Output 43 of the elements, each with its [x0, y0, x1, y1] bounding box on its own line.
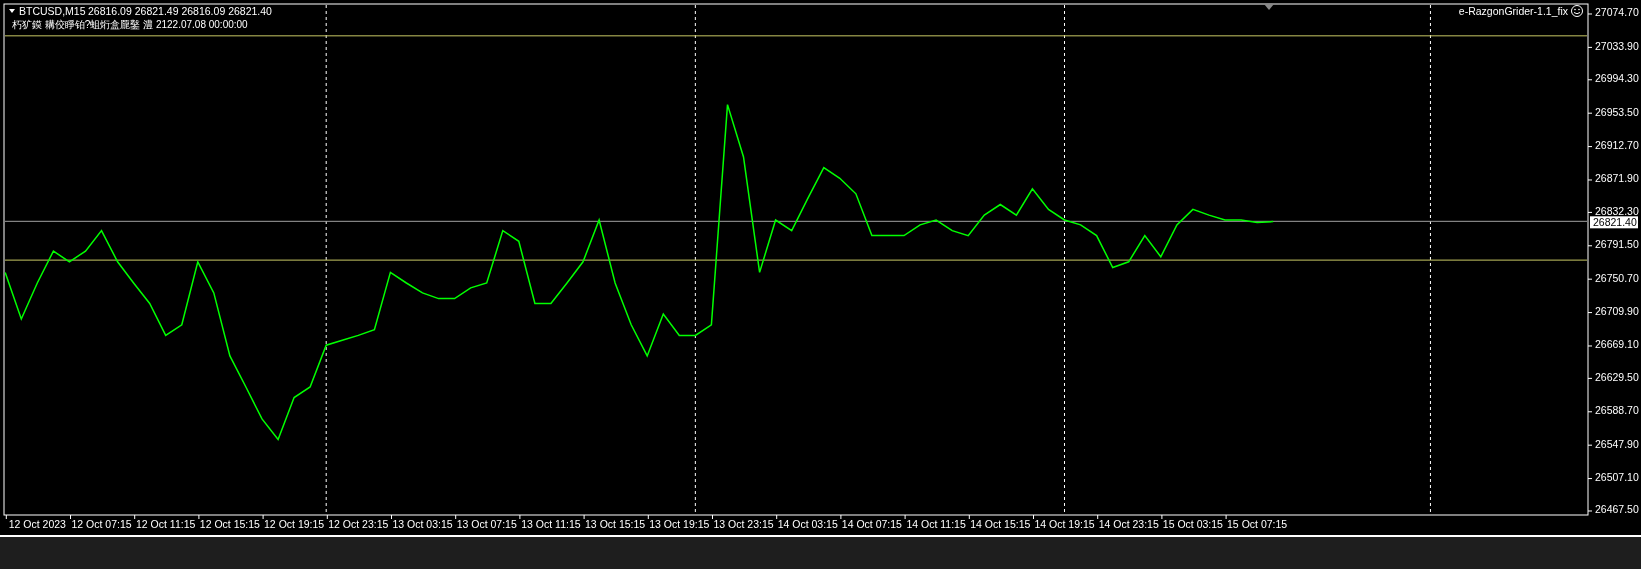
- ohlc-values: 26816.09 26821.49 26816.09 26821.40: [88, 5, 272, 17]
- price-tick-label: 26507.10: [1595, 471, 1639, 484]
- time-tick-label: 13 Oct 03:15: [392, 518, 453, 530]
- price-tick-label: 26709.90: [1595, 305, 1639, 318]
- price-tick-label: 26547.90: [1595, 437, 1639, 450]
- time-tick-label: 12 Oct 11:15: [136, 518, 196, 530]
- price-tick-label: 27074.70: [1595, 6, 1639, 19]
- time-tick-label: 15 Oct 03:15: [1162, 518, 1223, 530]
- price-tick-label: 26750.70: [1595, 271, 1639, 284]
- time-tick-label: 14 Oct 15:15: [970, 518, 1031, 530]
- price-tick-label: 26953.50: [1595, 105, 1639, 118]
- price-tick-label: 26912.70: [1595, 139, 1639, 152]
- price-tick-label: 26588.70: [1595, 404, 1639, 417]
- time-tick-label: 14 Oct 07:15: [841, 518, 902, 530]
- time-tick-label: 14 Oct 23:15: [1098, 518, 1159, 530]
- time-tick-label: 14 Oct 19:15: [1034, 518, 1095, 530]
- time-tick-label: 12 Oct 2023: [8, 518, 66, 530]
- time-tick-label: 13 Oct 15:15: [585, 518, 646, 530]
- time-tick-label: 15 Oct 07:15: [1227, 518, 1288, 530]
- symbol-label: BTCUSD,M15: [19, 5, 86, 17]
- price-label: 26821.40: [1590, 216, 1638, 229]
- time-tick-label: 13 Oct 23:15: [713, 518, 774, 530]
- time-tick-label: 12 Oct 19:15: [264, 518, 325, 530]
- time-tick-label: 12 Oct 23:15: [328, 518, 389, 530]
- expert-name: e-RazgonGrider-1.1_fix: [1458, 5, 1568, 17]
- price-tick-label: 26871.90: [1595, 172, 1639, 185]
- time-tick-label: 13 Oct 11:15: [521, 518, 581, 530]
- price-tick-label: 26629.50: [1595, 370, 1639, 383]
- time-tick-label: 14 Oct 11:15: [906, 518, 966, 530]
- price-tick-label: 26467.50: [1595, 503, 1639, 516]
- price-tick-label: 27033.90: [1595, 39, 1639, 52]
- time-tick-label: 13 Oct 07:15: [456, 518, 517, 530]
- time-tick-label: 14 Oct 03:15: [777, 518, 838, 530]
- time-tick-label: 13 Oct 19:15: [649, 518, 710, 530]
- time-tick-label: 12 Oct 07:15: [71, 518, 132, 530]
- price-tick-label: 26791.50: [1595, 238, 1639, 251]
- price-tick-label: 26994.30: [1595, 72, 1639, 85]
- collapse-icon[interactable]: [9, 9, 15, 13]
- price-tick-label: 26832.30: [1595, 204, 1639, 217]
- shift-marker-icon[interactable]: [1264, 4, 1274, 10]
- price-tick-label: 26669.10: [1595, 338, 1639, 351]
- time-tick-label: 12 Oct 15:15: [199, 518, 260, 530]
- chart-comment: 朽犷鏌 耩佼睜铂?蛆烆盒龎鑿 澧 2122.07.08 00:00:00: [12, 19, 248, 30]
